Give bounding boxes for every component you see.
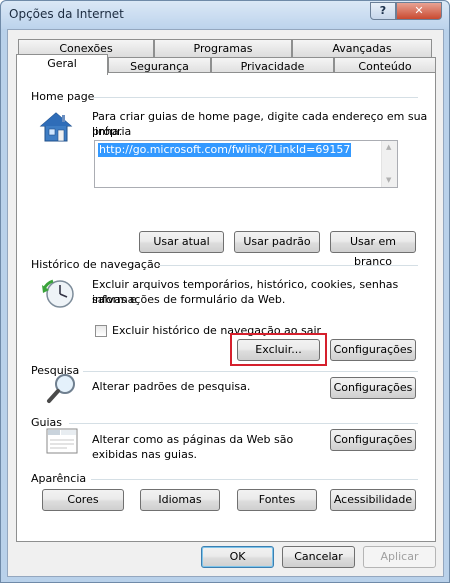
home-page-urls-textarea[interactable]: http://go.microsoft.com/fwlink/?LinkId=6… — [94, 140, 398, 188]
group-divider — [91, 479, 418, 480]
search-description: Alterar padrões de pesquisa. — [92, 380, 251, 393]
tabs-description-2: exibidas nas guias. — [92, 448, 198, 461]
history-clock-icon — [41, 277, 77, 311]
group-divider — [93, 97, 418, 98]
fonts-button[interactable]: Fontes — [237, 489, 317, 511]
home-icon — [39, 111, 73, 143]
use-blank-button[interactable]: Usar em branco — [330, 231, 416, 268]
history-settings-button[interactable]: Configurações — [330, 339, 416, 361]
tab-geral[interactable]: Geral — [16, 54, 108, 75]
history-group-label: Histórico de navegação — [31, 258, 161, 271]
apply-button[interactable]: Aplicar — [363, 546, 436, 568]
group-divider — [83, 371, 418, 372]
history-description-2: informações de formulário da Web. — [92, 293, 286, 306]
tabs-settings-button[interactable]: Configurações — [330, 429, 416, 451]
textarea-scrollbar[interactable]: ▲ ▼ — [381, 141, 397, 187]
home-page-description-2: linha. — [92, 125, 123, 138]
home-page-description-1: Para criar guias de home page, digite ca… — [92, 110, 428, 138]
scroll-up-icon[interactable]: ▲ — [386, 143, 391, 151]
use-default-button[interactable]: Usar padrão — [234, 231, 320, 253]
magnifier-icon — [45, 371, 79, 405]
group-divider — [69, 423, 418, 424]
use-current-button[interactable]: Usar atual — [139, 231, 224, 253]
delete-history-on-exit-checkbox[interactable] — [95, 325, 107, 337]
group-divider — [159, 265, 418, 266]
ok-button[interactable]: OK — [201, 546, 274, 568]
geral-tab-panel: Home page Para criar guias de home page,… — [16, 72, 436, 542]
tabs-description-1: Alterar como as páginas da Web são — [92, 433, 294, 446]
accessibility-button[interactable]: Acessibilidade — [330, 489, 416, 511]
tab-avancadas[interactable]: Avançadas — [292, 39, 432, 57]
cancel-button[interactable]: Cancelar — [282, 546, 355, 568]
scroll-down-icon[interactable]: ▼ — [386, 176, 391, 184]
title-bar[interactable]: Opções da Internet ? ✕ — [1, 1, 449, 29]
window-title: Opções da Internet — [9, 7, 124, 21]
internet-options-window: Opções da Internet ? ✕ Conexões Programa… — [0, 0, 450, 583]
home-page-group-label: Home page — [31, 90, 95, 103]
appearance-group-label: Aparência — [31, 472, 87, 485]
browser-tabs-icon — [45, 425, 79, 455]
close-button[interactable]: ✕ — [396, 2, 442, 20]
delete-history-button[interactable]: Excluir... — [237, 339, 320, 361]
search-settings-button[interactable]: Configurações — [330, 377, 416, 399]
home-page-url: http://go.microsoft.com/fwlink/?LinkId=6… — [98, 143, 352, 157]
dialog-client-area: Conexões Programas Avançadas Geral Segur… — [7, 29, 444, 577]
tab-programas[interactable]: Programas — [154, 39, 292, 57]
colors-button[interactable]: Cores — [42, 489, 124, 511]
help-button[interactable]: ? — [370, 2, 396, 20]
languages-button[interactable]: Idiomas — [140, 489, 220, 511]
